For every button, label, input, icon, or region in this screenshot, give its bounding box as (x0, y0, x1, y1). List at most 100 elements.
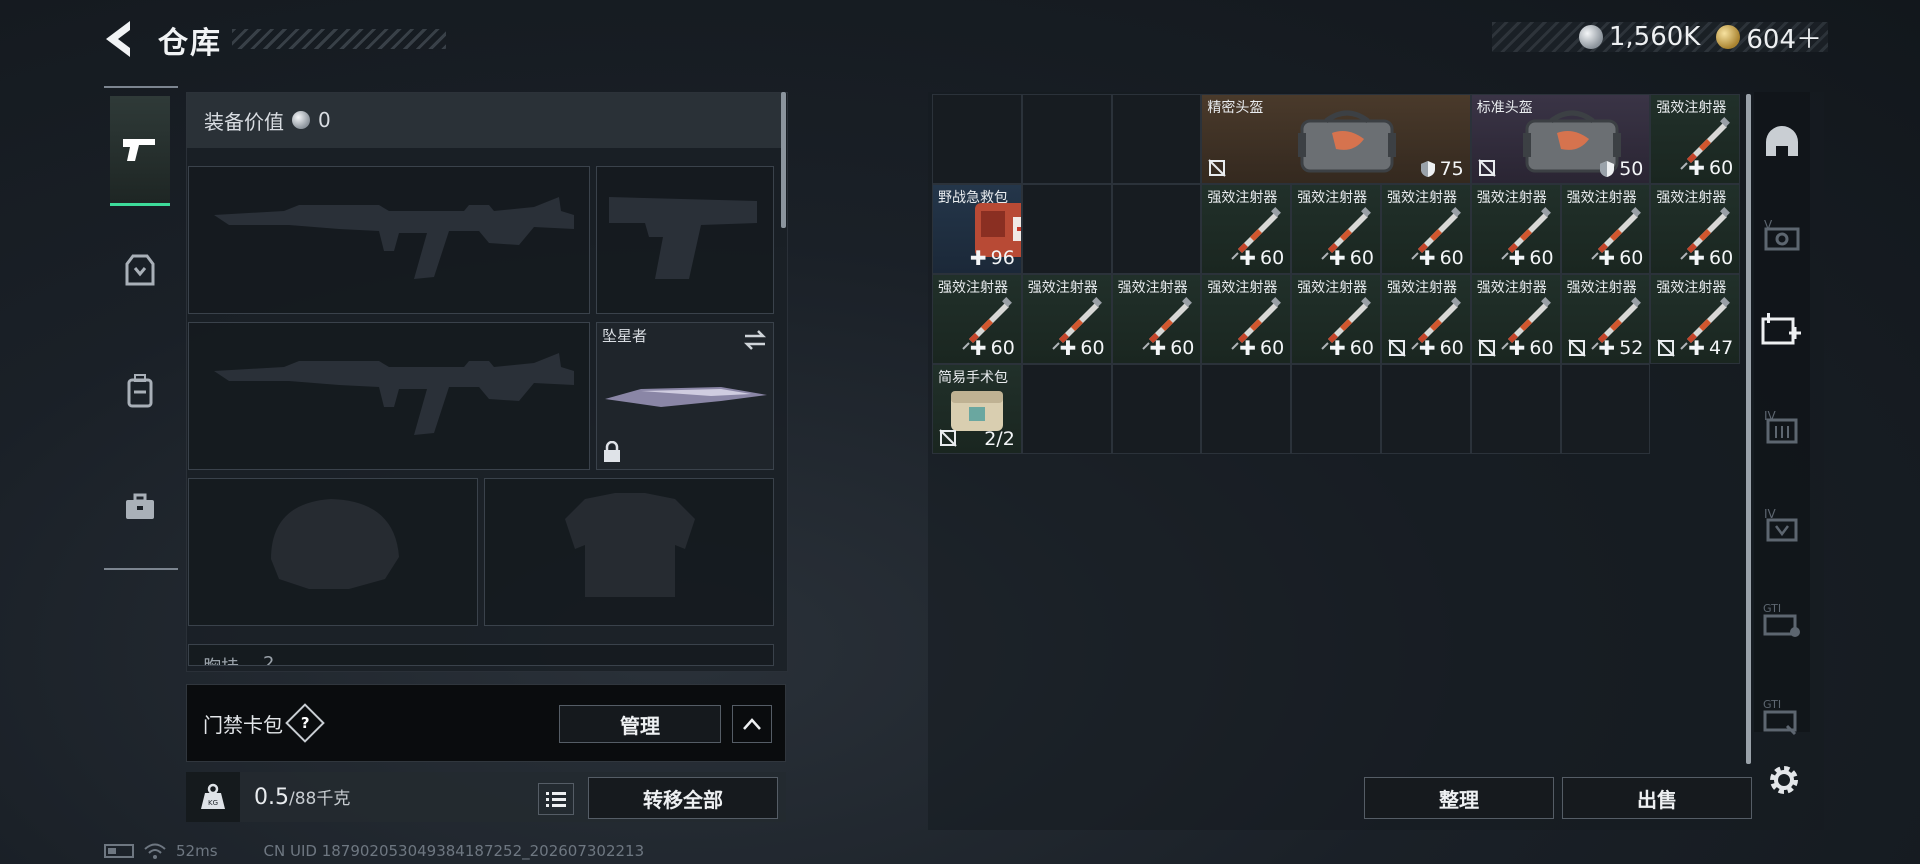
item-name: 强效注射器 (1297, 280, 1368, 296)
item-name: 强效注射器 (1566, 190, 1637, 206)
silver-currency[interactable]: 1,560K (1578, 22, 1700, 52)
rail-vest-iv-icon[interactable]: IV (1760, 502, 1804, 546)
item-value-number: 60 (1170, 337, 1195, 359)
knife-icon (605, 387, 767, 407)
storage-item-bag[interactable]: 精密头盔 75 (1201, 94, 1471, 184)
storage-item-syringe[interactable]: 强效注射器 ✚ 60 (1291, 184, 1381, 274)
rail-case-gti-icon[interactable]: GTI (1760, 598, 1804, 642)
heal-plus-icon: ✚ (1059, 336, 1077, 360)
storage-item-syringe[interactable]: 强效注射器 ✚ 60 (1470, 274, 1561, 364)
collapse-button[interactable] (732, 705, 772, 743)
storage-item-syringe[interactable]: 强效注射器 ✚ 60 (1111, 274, 1202, 364)
empty-slot (1470, 364, 1561, 454)
currency-bar: 1,560K 604＋ (1492, 22, 1828, 55)
sell-button[interactable]: 出售 (1562, 777, 1752, 819)
storage-item-syringe[interactable]: 强效注射器 ✚ 60 (932, 274, 1022, 364)
storage-item-syringe[interactable]: 强效注射器 ✚ 60 (1650, 94, 1741, 184)
chest-rig-label: 胸挂 (203, 653, 239, 665)
item-name: 强效注射器 (1386, 280, 1457, 296)
empty-slot (1560, 364, 1651, 454)
storage-item-surgical[interactable]: 简易手术包 2/2 (932, 364, 1022, 454)
sidebar-tab-backpack[interactable] (110, 336, 170, 446)
sort-button[interactable]: 整理 (1364, 777, 1554, 819)
rail-case-gti-2-icon[interactable]: GTI (1760, 694, 1804, 738)
storage-item-syringe[interactable]: 强效注射器 ✚ 60 (1201, 184, 1292, 274)
storage-item-syringe[interactable]: 强效注射器 ✚ 60 (1380, 184, 1471, 274)
weight-box: KG (186, 772, 240, 822)
sidebar-tab-weapons[interactable] (110, 96, 170, 206)
chest-rig-count: 2 (263, 653, 275, 666)
empty-slot (1201, 364, 1292, 454)
storage-scrollbar[interactable] (1746, 94, 1751, 764)
storage-item-bag[interactable]: 标准头盔 50 (1470, 94, 1651, 184)
item-name: 强效注射器 (1027, 280, 1098, 296)
storage-item-syringe[interactable]: 强效注射器 ✚ 60 (1291, 274, 1381, 364)
rail-helmet-icon[interactable] (1760, 120, 1804, 164)
storage-item-syringe[interactable]: 强效注射器 ✚ 60 (1201, 274, 1292, 364)
item-value: ✚ 96 (970, 246, 1015, 270)
item-value-number: 47 (1708, 337, 1734, 359)
sidebar-tab-case[interactable] (110, 452, 170, 562)
pistol-slot[interactable] (596, 166, 774, 314)
gold-currency[interactable]: 604＋ (1716, 19, 1822, 56)
melee-slot[interactable]: 坠星者 (596, 322, 774, 470)
melee-name: 坠星者 (602, 327, 648, 345)
item-name: 强效注射器 (1566, 280, 1637, 296)
heal-plus-icon: ✚ (1688, 156, 1705, 180)
heal-plus-icon: ✚ (969, 336, 987, 360)
silver-coin-icon (292, 111, 310, 129)
item-value: ✚ 60 (1688, 156, 1733, 180)
page-title: 仓库 (158, 26, 222, 61)
back-arrow-icon[interactable] (100, 18, 140, 60)
item-value-number: 60 (1260, 337, 1285, 359)
pistol-icon (123, 138, 155, 161)
storage-item-syringe[interactable]: 强效注射器 ✚ 60 (1021, 274, 1112, 364)
storage-item-syringe[interactable]: 强效注射器 ✚ 60 (1380, 274, 1471, 364)
item-value-number: 60 (990, 337, 1015, 359)
briefcase-icon (126, 493, 154, 519)
no-sell-icon (939, 429, 957, 447)
rail-armor-plate-icon[interactable]: V (1760, 212, 1804, 256)
equipment-scrollbar[interactable] (781, 92, 786, 228)
helmet-bag-icon (1298, 110, 1397, 173)
heal-plus-icon: ✚ (1688, 336, 1705, 360)
item-value: ✚ 60 (970, 336, 1015, 360)
item-value-number: 60 (1080, 337, 1105, 359)
sidebar-tab-armor[interactable] (110, 216, 170, 326)
item-value: 75 (1420, 158, 1464, 180)
rail-backpack-iv-icon[interactable]: IV (1760, 404, 1804, 448)
help-icon[interactable]: ? (285, 703, 325, 743)
storage-item-syringe[interactable]: 强效注射器 ✚ 60 (1470, 184, 1561, 274)
heal-plus-icon: ✚ (1508, 246, 1526, 270)
secondary-weapon-slot[interactable] (188, 322, 590, 470)
transfer-all-button[interactable]: 转移全部 (588, 777, 778, 819)
weight-value: 0.5 (254, 785, 289, 810)
item-value-number: 60 (1439, 337, 1464, 359)
helmet-slot[interactable] (188, 478, 478, 626)
heal-plus-icon: ✚ (969, 246, 987, 270)
list-view-button[interactable] (538, 783, 574, 815)
storage-item-medkit[interactable]: 野战急救包 ✚ 96 (932, 184, 1022, 274)
item-name: 强效注射器 (1476, 280, 1547, 296)
gear-icon[interactable] (1766, 762, 1802, 798)
storage-item-syringe[interactable]: 强效注射器 ✚ 60 (1650, 184, 1741, 274)
helmet-silhouette-icon (271, 499, 399, 589)
storage-grid: 精密头盔 75 标准头盔 50 强效注射器 ✚ 60 野战急救包 ✚ 96 强效注射器 ✚ 60 强效注射… (932, 94, 1741, 454)
storage-item-syringe[interactable]: 强效注射器 ✚ 60 (1560, 184, 1651, 274)
chest-rig-slot[interactable]: 胸挂 2 (188, 644, 774, 666)
svg-text:GTI: GTI (1763, 698, 1781, 711)
item-name: 野战急救包 (938, 190, 1008, 206)
primary-weapon-slot[interactable] (188, 166, 590, 314)
body-armor-slot[interactable] (484, 478, 774, 626)
heal-plus-icon: ✚ (1329, 246, 1346, 270)
rail-medical-icon[interactable] (1760, 308, 1804, 352)
item-value-number: 60 (1349, 337, 1374, 359)
storage-item-syringe[interactable]: 强效注射器 ✚ 47 (1650, 274, 1741, 364)
swap-icon[interactable] (743, 329, 767, 351)
storage-item-syringe[interactable]: 强效注射器 ✚ 52 (1560, 274, 1651, 364)
item-name: 简易手术包 (938, 370, 1008, 386)
manage-button[interactable]: 管理 (559, 705, 721, 743)
assault-rifle-silhouette-icon (214, 353, 574, 435)
status-line: 52ms CN UID 18790205304938418725​2_20260… (104, 842, 644, 860)
item-name: 强效注射器 (1656, 190, 1727, 206)
